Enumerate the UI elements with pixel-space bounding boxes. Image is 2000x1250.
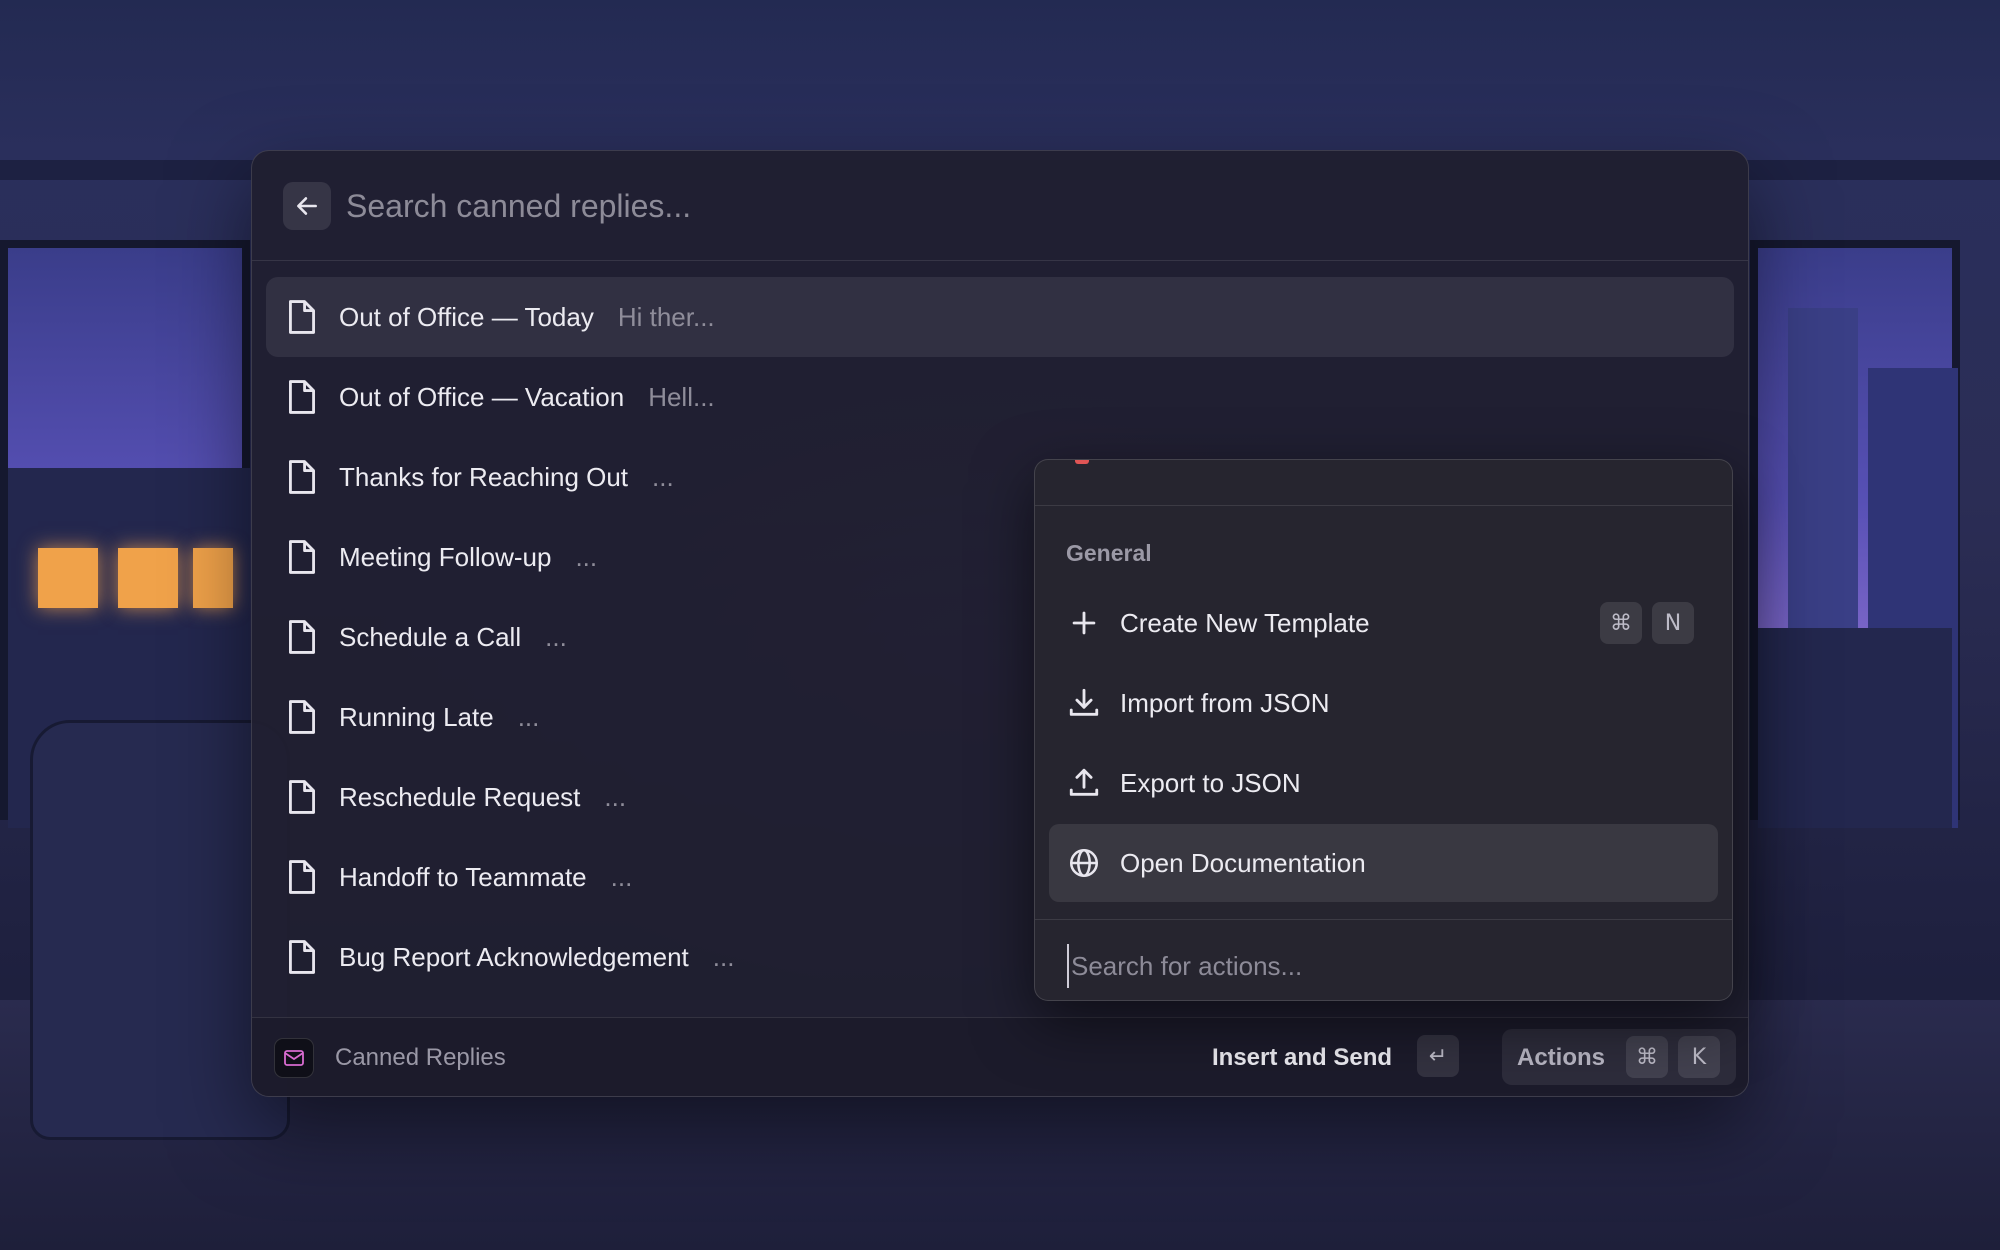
action-label: Export to JSON (1120, 768, 1301, 798)
document-icon (289, 620, 315, 654)
search-input[interactable] (346, 175, 1696, 237)
document-icon (289, 700, 315, 734)
k-key-hint: K (1678, 1036, 1720, 1078)
reply-title: Out of Office — Today (339, 301, 594, 332)
reply-preview: ... (575, 541, 598, 572)
back-button[interactable] (283, 182, 331, 230)
export-to-json-action[interactable]: Export to JSON (1049, 744, 1718, 822)
upload-icon (1069, 768, 1099, 796)
command-key-hint: ⌘ (1600, 602, 1642, 644)
reply-preview: Hell... (648, 381, 715, 412)
mail-icon (284, 1050, 304, 1066)
document-icon (289, 380, 315, 414)
reply-preview: ... (545, 621, 567, 652)
arrow-left-icon (297, 197, 317, 215)
reply-preview: Hi ther... (617, 301, 715, 332)
reply-preview: ... (652, 461, 674, 492)
actions-button[interactable]: Actions ⌘ K (1502, 1029, 1736, 1085)
app-name: Canned Replies (335, 1044, 506, 1071)
reply-preview: ... (604, 781, 627, 812)
n-key-hint: N (1652, 602, 1694, 644)
document-icon (289, 300, 315, 334)
enter-key-hint: ↵ (1417, 1035, 1459, 1077)
document-icon (289, 780, 315, 814)
popover-divider (1035, 505, 1732, 506)
reply-preview: ... (712, 941, 735, 972)
insert-and-send-button[interactable]: Insert and Send (1212, 1044, 1392, 1072)
actions-popover: General Create New Template ⌘ N Import f… (1034, 459, 1733, 1001)
reply-title: Out of Office — Vacation (339, 381, 625, 412)
actions-label: Actions (1517, 1044, 1606, 1071)
command-key-hint: ⌘ (1626, 1036, 1668, 1078)
reply-title: Meeting Follow-up (339, 541, 552, 572)
download-icon (1069, 688, 1099, 716)
reply-title: Running Late (339, 701, 494, 732)
globe-icon (1069, 848, 1099, 878)
window-right (1750, 240, 1960, 828)
reply-title: Reschedule Request (339, 781, 581, 812)
reply-preview: ... (517, 701, 540, 732)
reply-item[interactable]: Out of Office — Today Hi ther... (266, 277, 1734, 357)
action-label: Create New Template (1120, 608, 1370, 638)
footer-bar: Canned Replies Insert and Send ↵ Actions… (252, 1017, 1748, 1096)
reply-item[interactable]: Out of Office — Vacation Hell... (266, 357, 1734, 437)
reply-preview: ... (610, 861, 633, 892)
document-icon (289, 460, 315, 494)
popover-divider (1035, 919, 1732, 920)
reply-title: Thanks for Reaching Out (339, 461, 629, 492)
document-icon (289, 860, 315, 894)
document-icon (289, 940, 315, 974)
create-new-template-action[interactable]: Create New Template ⌘ N (1049, 584, 1718, 662)
document-icon (289, 540, 315, 574)
search-bar (252, 151, 1748, 261)
reply-title: Bug Report Acknowledgement (339, 941, 689, 972)
actions-search-input[interactable] (1067, 944, 1707, 988)
reply-title: Handoff to Teammate (339, 861, 587, 892)
open-documentation-action[interactable]: Open Documentation (1049, 824, 1718, 902)
import-from-json-action[interactable]: Import from JSON (1049, 664, 1718, 742)
action-label: Import from JSON (1120, 688, 1330, 718)
reply-title: Schedule a Call (339, 621, 522, 652)
truncated-item-icon (1075, 460, 1089, 464)
plus-icon (1072, 611, 1096, 635)
section-heading-general: General (1066, 540, 1152, 566)
app-icon (274, 1038, 314, 1078)
action-label: Open Documentation (1120, 848, 1366, 878)
